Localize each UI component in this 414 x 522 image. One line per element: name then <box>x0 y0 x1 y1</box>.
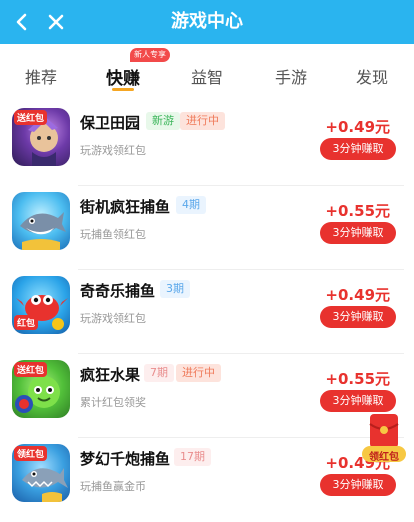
game-desc: 累计红包领奖 <box>80 396 146 409</box>
game-icon[interactable]: 红包 <box>12 276 70 334</box>
game-icon[interactable]: 送红包 <box>12 360 70 418</box>
earn-button[interactable]: 3分钟赚取 <box>320 390 396 412</box>
game-desc: 玩游戏领红包 <box>80 144 146 157</box>
tag-period: 3期 <box>160 280 190 298</box>
tab-quick-earn[interactable]: 快赚 <box>88 64 158 89</box>
earn-button[interactable]: 3分钟赚取 <box>320 474 396 496</box>
reward-amount: +0.49元 <box>325 286 390 304</box>
earn-button[interactable]: 3分钟赚取 <box>320 306 396 328</box>
game-icon[interactable] <box>12 192 70 250</box>
list-item[interactable]: 红包 奇奇乐捕鱼 3期 玩游戏领红包 +0.49元 3分钟赚取 <box>0 270 414 354</box>
icon-badge: 红包 <box>14 315 39 330</box>
reward-amount: +0.49元 <box>325 118 390 136</box>
shark-icon <box>20 212 66 250</box>
tag-period: 7期 <box>144 364 174 382</box>
tab-recommend[interactable]: 推荐 <box>6 64 76 88</box>
newbie-badge: 新人专享 <box>130 48 170 62</box>
tab-discover[interactable]: 发现 <box>337 64 407 88</box>
tag-in-progress: 进行中 <box>176 364 221 382</box>
reward-amount: +0.55元 <box>325 370 390 388</box>
icon-badge: 送红包 <box>14 362 48 377</box>
tag-period: 4期 <box>176 196 206 214</box>
game-name: 奇奇乐捕鱼 <box>80 282 156 300</box>
game-desc: 玩捕鱼领红包 <box>80 228 146 241</box>
game-name: 街机疯狂捕鱼 <box>80 198 171 216</box>
game-desc: 玩捕鱼赢金币 <box>80 480 146 493</box>
reward-amount: +0.55元 <box>325 202 390 220</box>
tab-puzzle[interactable]: 益智 <box>172 64 242 88</box>
list-item[interactable]: 街机疯狂捕鱼 4期 玩捕鱼领红包 +0.55元 3分钟赚取 <box>0 186 414 270</box>
page-title: 游戏中心 <box>171 11 243 32</box>
game-icon[interactable]: 领红包 <box>12 444 70 502</box>
earn-button[interactable]: 3分钟赚取 <box>320 138 396 160</box>
list-item[interactable]: 领红包 梦幻千炮捕鱼 17期 玩捕鱼赢金币 +0.49元 3分钟赚取 <box>0 438 414 522</box>
tag-in-progress: 进行中 <box>180 112 225 130</box>
earn-button[interactable]: 3分钟赚取 <box>320 222 396 244</box>
tab-mobile-games[interactable]: 手游 <box>256 64 326 88</box>
app-header: 游戏中心 <box>0 0 414 44</box>
list-item[interactable]: 送红包 保卫田园 新游 进行中 玩游戏领红包 +0.49元 3分钟赚取 <box>0 102 414 186</box>
game-name: 保卫田园 <box>80 114 141 132</box>
floating-red-envelope[interactable]: 领红包 <box>360 412 408 464</box>
tag-period: 17期 <box>174 448 211 466</box>
tag-new: 新游 <box>146 112 180 130</box>
game-desc: 玩游戏领红包 <box>80 312 146 325</box>
game-icon[interactable]: 送红包 <box>12 108 70 166</box>
icon-badge: 领红包 <box>14 446 48 461</box>
game-name: 梦幻千炮捕鱼 <box>80 450 171 468</box>
list-item[interactable]: 送红包 疯狂水果 7期 进行中 累计红包领奖 +0.55元 3分钟赚取 <box>0 354 414 438</box>
category-tabs: 推荐 快赚 新人专享 益智 手游 发现 <box>0 44 414 102</box>
active-tab-indicator <box>112 88 134 91</box>
icon-badge: 送红包 <box>14 110 48 125</box>
floating-envelope-label: 领红包 <box>369 452 399 463</box>
game-name: 疯狂水果 <box>80 366 141 384</box>
